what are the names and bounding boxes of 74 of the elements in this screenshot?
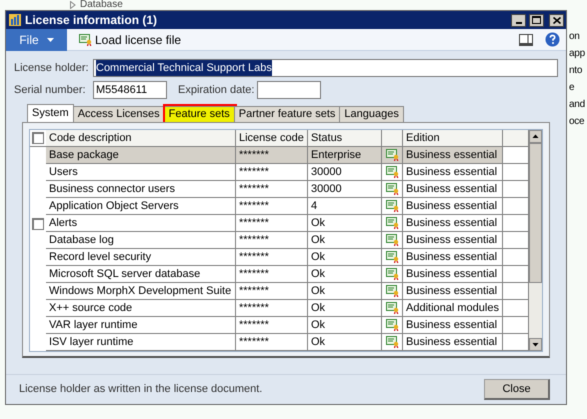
certificate-icon — [386, 268, 398, 280]
table-row[interactable]: Base package ******* Enterprise Business essential — [30, 147, 529, 164]
column-header[interactable]: Status — [308, 130, 382, 147]
certificate-icon — [386, 149, 398, 161]
certificate-icon — [386, 302, 398, 314]
maximize-button[interactable] — [529, 14, 544, 26]
column-header[interactable]: License code — [236, 130, 308, 147]
certificate-icon — [386, 166, 398, 178]
app-icon — [8, 13, 22, 27]
certificate-icon — [386, 183, 398, 195]
table-cell — [503, 232, 529, 249]
scroll-thumb[interactable] — [529, 143, 542, 283]
tab[interactable]: Partner feature sets — [234, 106, 340, 122]
minimize-button[interactable] — [511, 14, 526, 26]
header-cell — [503, 130, 529, 147]
table-cell: ISV layer runtime — [46, 334, 236, 351]
certificate-icon — [386, 200, 398, 212]
row-checkbox[interactable] — [32, 218, 44, 230]
table-cell — [503, 198, 529, 215]
license-holder-label: License holder: — [14, 60, 90, 76]
layout-icon[interactable] — [519, 34, 533, 46]
certificate-icon — [386, 285, 398, 297]
tab[interactable]: Feature sets — [164, 106, 235, 122]
license-holder-value: Commercial Technical Support Labs — [96, 60, 272, 76]
column-header[interactable]: Edition — [403, 130, 503, 147]
background-text: e — [569, 81, 576, 94]
table-cell: Ok — [308, 334, 382, 351]
tab[interactable]: System — [27, 104, 74, 122]
header-checkbox[interactable] — [32, 132, 44, 144]
table-cell — [503, 147, 529, 164]
background-text: on — [569, 30, 581, 43]
serial-number-label: Serial number: — [14, 82, 87, 98]
table-cell — [503, 266, 529, 283]
certificate-icon — [79, 34, 92, 46]
certificate-icon — [386, 217, 398, 229]
background-text: nto — [569, 64, 584, 77]
tab[interactable]: Access Licenses — [74, 106, 165, 122]
license-holder-field[interactable]: Commercial Technical Support Labs — [93, 59, 558, 77]
close-window-button[interactable] — [549, 14, 564, 26]
file-menu-button[interactable]: File — [6, 28, 67, 50]
serial-number-field[interactable]: M5548611 — [93, 81, 167, 99]
scroll-up-icon[interactable] — [529, 130, 542, 143]
expiration-date-field[interactable] — [257, 81, 322, 99]
table-cell — [503, 283, 529, 300]
tab[interactable]: Languages — [340, 106, 404, 122]
status-text: License holder as written in the license document. — [19, 382, 264, 398]
background-text: oce — [569, 115, 585, 128]
table-cell — [503, 317, 529, 334]
background-text: app — [569, 47, 585, 60]
table-cell: ******* — [236, 334, 308, 351]
help-icon[interactable] — [545, 32, 560, 47]
certificate-icon — [386, 234, 398, 246]
table-cell — [503, 300, 529, 317]
certificate-icon — [386, 336, 398, 348]
expand-triangle-icon — [70, 1, 76, 9]
column-header[interactable]: Code description — [46, 130, 236, 147]
expiration-date-label: Expiration date: — [178, 82, 254, 98]
window-title: License information (1) — [25, 12, 158, 29]
dropdown-caret-icon — [46, 38, 54, 42]
scroll-down-icon[interactable] — [529, 338, 542, 351]
certificate-icon — [386, 319, 398, 331]
table-cell — [503, 164, 529, 181]
table-cell — [503, 249, 529, 266]
scroll-bar[interactable] — [529, 130, 542, 351]
header-cell — [382, 130, 403, 147]
close-button[interactable]: Close — [484, 379, 550, 400]
background-text: and — [569, 98, 585, 111]
table-cell — [503, 215, 529, 232]
tree-item: Database — [80, 0, 123, 10]
table-row[interactable]: Alerts ******* Ok Business essential — [30, 215, 529, 232]
certificate-icon — [386, 251, 398, 263]
table-cell — [503, 181, 529, 198]
load-license-file-button[interactable]: Load license file — [79, 30, 182, 48]
close-icon — [552, 16, 560, 24]
